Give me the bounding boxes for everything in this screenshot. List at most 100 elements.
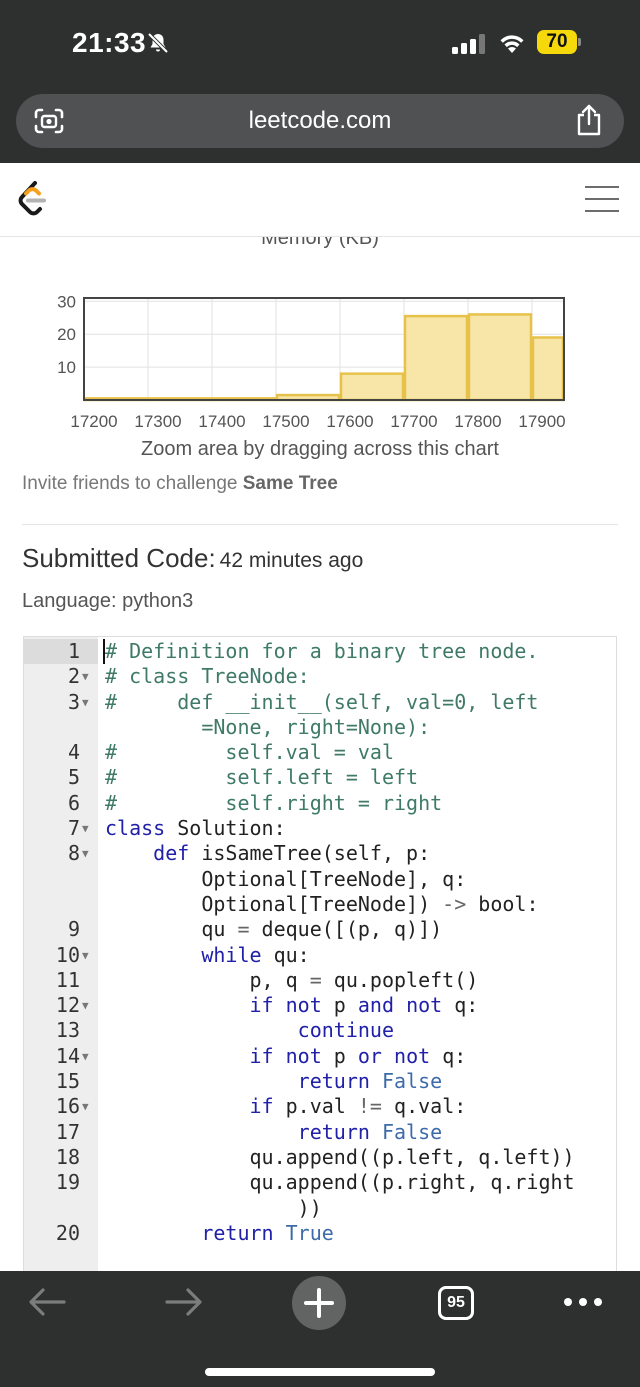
code-text: # Definition for a binary tree node. bbox=[105, 639, 539, 663]
fold-toggle-icon[interactable]: ▼ bbox=[82, 993, 89, 1018]
code-text: qu.append((p.left, q.left)) bbox=[105, 1144, 575, 1169]
cell-signal-icon bbox=[452, 34, 485, 54]
bell-muted-icon bbox=[147, 32, 169, 54]
code-lines: 1 # Definition for a binary tree node. 2 ▼ #… bbox=[24, 639, 616, 1246]
back-arrow-icon[interactable] bbox=[28, 1287, 66, 1317]
line-number: 17 bbox=[55, 1119, 80, 1144]
code-line: 10 ▼ while qu: bbox=[24, 942, 616, 968]
phone-screen: 21:33 70 leetcode.com Memory (KB) 10 20 … bbox=[0, 0, 640, 1387]
submission-language: Language: python3 bbox=[22, 590, 194, 612]
code-line: 3 ▼ # def __init__(self, val=0, left bbox=[24, 689, 616, 715]
x-tick-label: 17900 bbox=[518, 412, 565, 431]
y-tick-label: 20 bbox=[57, 325, 76, 344]
histogram-bar bbox=[403, 314, 469, 402]
line-number: 19 bbox=[55, 1170, 80, 1195]
fold-toggle-icon[interactable]: ▼ bbox=[82, 1094, 89, 1119]
line-number: 12 bbox=[55, 993, 80, 1018]
line-number: 1 bbox=[67, 639, 80, 663]
code-line: Optional[TreeNode], q: bbox=[24, 867, 616, 892]
code-text: # self.left = left bbox=[105, 765, 419, 790]
code-line: 6 # self.right = right bbox=[24, 791, 616, 816]
code-text: p, q = qu.popleft() bbox=[105, 967, 479, 992]
code-text: def isSameTree(self, p: bbox=[153, 841, 431, 866]
battery-level: 70 bbox=[537, 30, 577, 54]
fold-toggle-icon[interactable]: ▼ bbox=[82, 664, 89, 689]
forward-arrow-icon[interactable] bbox=[165, 1287, 203, 1317]
line-number: 10 bbox=[55, 942, 80, 967]
code-line: 9 qu = deque([(p, q)]) bbox=[24, 917, 616, 942]
code-text: if not p or not q: bbox=[249, 1043, 467, 1068]
fold-toggle-icon[interactable]: ▼ bbox=[82, 841, 89, 866]
battery-cap bbox=[578, 38, 581, 46]
fold-toggle-icon[interactable]: ▼ bbox=[82, 816, 89, 841]
code-text: # def __init__(self, val=0, left bbox=[105, 689, 539, 714]
x-tick-label: 17400 bbox=[198, 412, 245, 431]
submitted-time-ago: 42 minutes ago bbox=[219, 549, 364, 572]
line-number: 9 bbox=[67, 917, 80, 942]
code-text: qu.append((p.right, q.right bbox=[105, 1170, 575, 1195]
submitted-code-label: Submitted Code: bbox=[22, 543, 216, 573]
hamburger-menu-icon[interactable] bbox=[585, 185, 619, 213]
address-bar[interactable]: leetcode.com bbox=[16, 94, 624, 148]
code-line: )) bbox=[24, 1196, 616, 1221]
code-line: 16 ▼ if p.val != q.val: bbox=[24, 1094, 616, 1119]
home-indicator bbox=[205, 1368, 435, 1376]
code-line: 17 return False bbox=[24, 1119, 616, 1145]
line-number: 3 bbox=[67, 689, 80, 714]
more-options-icon[interactable] bbox=[563, 1297, 603, 1307]
code-editor[interactable]: 1 # Definition for a binary tree node. 2 ▼ #… bbox=[23, 636, 617, 1271]
section-divider bbox=[22, 524, 618, 525]
text-cursor bbox=[103, 639, 105, 664]
browser-toolbar: 95 bbox=[0, 1271, 640, 1387]
code-line: 1 # Definition for a binary tree node. bbox=[24, 639, 616, 664]
x-tick-label: 17300 bbox=[134, 412, 181, 431]
plus-icon bbox=[304, 1288, 334, 1318]
histogram-bar bbox=[339, 372, 405, 402]
line-number: 16 bbox=[55, 1094, 80, 1119]
fold-toggle-icon[interactable]: ▼ bbox=[82, 690, 89, 715]
code-text: # class TreeNode: bbox=[105, 664, 310, 689]
chart-title: Memory (KB) bbox=[261, 237, 379, 249]
wifi-icon bbox=[500, 35, 524, 53]
leetcode-logo-icon[interactable] bbox=[16, 181, 48, 219]
line-number: 13 bbox=[55, 1018, 80, 1043]
url-text: leetcode.com bbox=[248, 107, 392, 134]
invite-problem-link[interactable]: Same Tree bbox=[243, 473, 338, 494]
battery-indicator: 70 bbox=[537, 30, 581, 54]
line-number: 2 bbox=[67, 664, 80, 689]
code-line: 5 # self.left = left bbox=[24, 765, 616, 790]
fold-toggle-icon[interactable]: ▼ bbox=[82, 1044, 89, 1069]
code-text: =None, right=None): bbox=[105, 714, 431, 739]
line-number: 4 bbox=[67, 740, 80, 765]
browser-address-area: leetcode.com bbox=[0, 86, 640, 163]
code-line: 4 # self.val = val bbox=[24, 740, 616, 765]
code-text: qu = deque([(p, q)]) bbox=[105, 917, 443, 942]
code-text: # self.val = val bbox=[105, 740, 394, 765]
code-text: Optional[TreeNode]) -> bool: bbox=[105, 891, 539, 916]
code-line: 13 continue bbox=[24, 1018, 616, 1043]
line-number: 14 bbox=[55, 1043, 80, 1068]
code-text: if not p and not q: bbox=[249, 993, 479, 1018]
memory-distribution-chart[interactable]: 10 20 30 17200 17300 17400 17500 17600 17700 1780… bbox=[40, 289, 600, 435]
code-line: 14 ▼ if not p or not q: bbox=[24, 1043, 616, 1069]
new-tab-button[interactable] bbox=[292, 1276, 346, 1330]
code-line: 19 qu.append((p.right, q.right bbox=[24, 1170, 616, 1195]
tab-switcher-button[interactable]: 95 bbox=[438, 1286, 474, 1320]
fold-toggle-icon[interactable]: ▼ bbox=[82, 943, 89, 968]
code-line: 18 qu.append((p.left, q.left)) bbox=[24, 1144, 616, 1170]
code-line: 7 ▼ class Solution: bbox=[24, 816, 616, 841]
code-line: =None, right=None): bbox=[24, 714, 616, 740]
x-tick-label: 17200 bbox=[70, 412, 117, 431]
code-text: if p.val != q.val: bbox=[249, 1094, 467, 1119]
status-bar: 21:33 70 bbox=[0, 0, 640, 86]
code-text: class Solution: bbox=[105, 816, 286, 841]
code-text: continue bbox=[297, 1018, 394, 1043]
line-number: 20 bbox=[55, 1220, 80, 1245]
x-tick-label: 17600 bbox=[326, 412, 373, 431]
share-icon[interactable] bbox=[574, 104, 604, 136]
code-text: return True bbox=[201, 1220, 334, 1245]
code-line: 20 return True bbox=[24, 1220, 616, 1246]
code-text: return False bbox=[297, 1069, 443, 1094]
x-tick-label: 17500 bbox=[262, 412, 309, 431]
line-number: 18 bbox=[55, 1144, 80, 1169]
